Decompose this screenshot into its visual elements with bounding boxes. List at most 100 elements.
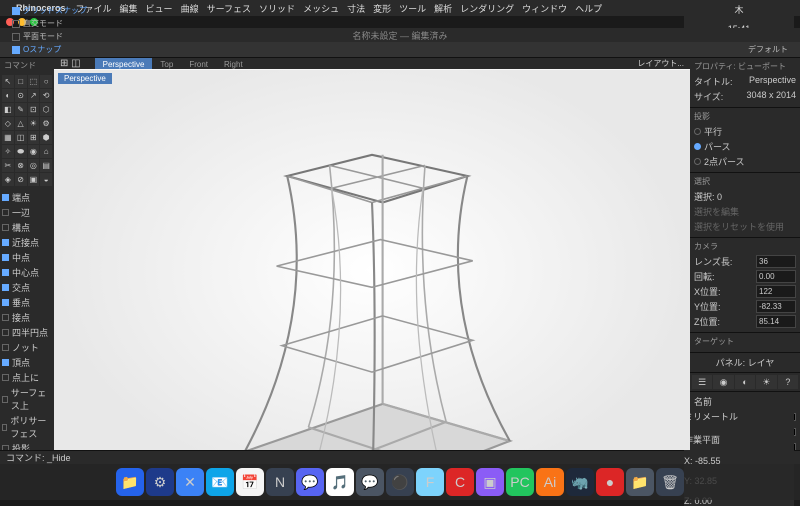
osnap-一辺[interactable]: 一辺 — [2, 205, 52, 220]
tool-16[interactable]: ▦ — [2, 131, 14, 144]
tool-26[interactable]: ◎ — [28, 159, 40, 172]
menu-寸法[interactable]: 寸法 — [347, 4, 365, 14]
tool-6[interactable]: ↗ — [28, 89, 40, 102]
osnap-点上に[interactable]: 点上に — [2, 370, 52, 385]
viewport-perspective[interactable]: Perspective — [54, 69, 690, 450]
tool-1[interactable]: □ — [15, 75, 27, 88]
tool-5[interactable]: ⊙ — [15, 89, 27, 102]
tool-12[interactable]: ◇ — [2, 117, 14, 130]
tool-25[interactable]: ⊗ — [15, 159, 27, 172]
dock-app-3[interactable]: 📧 — [206, 468, 234, 496]
camx-input[interactable] — [756, 285, 796, 298]
dock-app-6[interactable]: 💬 — [296, 468, 324, 496]
osnap-構点[interactable]: 構点 — [2, 220, 52, 235]
tool-2[interactable]: ⬚ — [28, 75, 40, 88]
dock-app-0[interactable]: 📁 — [116, 468, 144, 496]
tool-8[interactable]: ◧ — [2, 103, 14, 116]
osnap-投影[interactable]: 投影 — [2, 441, 52, 450]
dock-app-7[interactable]: 🎵 — [326, 468, 354, 496]
menu-曲線[interactable]: 曲線 — [181, 4, 199, 14]
dock-app-16[interactable]: ● — [596, 468, 624, 496]
tab-props-icon[interactable]: ◉ — [713, 375, 733, 389]
tool-24[interactable]: ✂ — [2, 159, 14, 172]
tool-11[interactable]: ⬡ — [40, 103, 52, 116]
tool-0[interactable]: ↖ — [2, 75, 14, 88]
menu-解析[interactable]: 解析 — [434, 4, 452, 14]
menu-ビュー[interactable]: ビュー — [146, 4, 173, 14]
menu-サーフェス[interactable]: サーフェス — [207, 4, 251, 14]
osnap-ノット[interactable]: ノット — [2, 340, 52, 355]
dock-app-10[interactable]: F — [416, 468, 444, 496]
osnap-サーフェス上[interactable]: サーフェス上 — [2, 385, 52, 413]
dock-app-9[interactable]: ⚫ — [386, 468, 414, 496]
prop-title-value[interactable]: Perspective — [749, 75, 796, 88]
proj-平行[interactable]: 平行 — [694, 124, 796, 139]
menu-ツール[interactable]: ツール — [399, 4, 426, 14]
osnap-中心点[interactable]: 中心点 — [2, 265, 52, 280]
tab-help-icon[interactable]: ? — [778, 375, 798, 389]
toolbar-平面モード[interactable]: 平面モード — [6, 30, 93, 43]
osnap-四半円点[interactable]: 四半円点 — [2, 325, 52, 340]
osnap-中点[interactable]: 中点 — [2, 250, 52, 265]
menu-レンダリング[interactable]: レンダリング — [460, 4, 514, 14]
tab-layers-icon[interactable]: ☰ — [692, 375, 712, 389]
cplane-selector[interactable]: デフォルト — [742, 43, 794, 56]
tab-mat-icon[interactable]: ◐ — [735, 375, 755, 389]
proj-2点パース[interactable]: 2点パース — [694, 154, 796, 169]
tool-29[interactable]: ⊘ — [15, 173, 27, 186]
status-unit[interactable]: ミリメートル — [684, 410, 794, 423]
menu-ウィンドウ[interactable]: ウィンドウ — [522, 4, 567, 14]
dock-app-2[interactable]: ✕ — [176, 468, 204, 496]
tool-3[interactable]: ○ — [40, 75, 52, 88]
tool-7[interactable]: ⟲ — [40, 89, 52, 102]
tool-14[interactable]: ☀ — [28, 117, 40, 130]
tool-19[interactable]: ⬢ — [40, 131, 52, 144]
menu-ヘルプ[interactable]: ヘルプ — [575, 4, 602, 14]
tool-23[interactable]: ⌂ — [40, 145, 52, 158]
tool-31[interactable]: ◒ — [40, 173, 52, 186]
menu-変形[interactable]: 変形 — [373, 4, 391, 14]
toolbar-グリッドスナップ[interactable]: グリッドスナップ — [6, 4, 93, 17]
osnap-ポリサーフェス[interactable]: ポリサーフェス — [2, 413, 52, 441]
tool-27[interactable]: ▤ — [40, 159, 52, 172]
tool-17[interactable]: ◫ — [15, 131, 27, 144]
lens-input[interactable] — [756, 255, 796, 268]
layout-button[interactable]: レイアウト... — [637, 58, 684, 69]
osnap-垂点[interactable]: 垂点 — [2, 295, 52, 310]
proj-パース[interactable]: パース — [694, 139, 796, 154]
toolbar-直交モード[interactable]: 直交モード — [6, 17, 93, 30]
dock-app-4[interactable]: 📅 — [236, 468, 264, 496]
status-cplane[interactable]: 作業平面 — [684, 433, 794, 446]
dock-app-18[interactable]: 🗑 — [656, 468, 684, 496]
dock-app-13[interactable]: PC — [506, 468, 534, 496]
dock-app-5[interactable]: N — [266, 468, 294, 496]
tool-13[interactable]: △ — [15, 117, 27, 130]
tool-22[interactable]: ◉ — [28, 145, 40, 158]
tool-9[interactable]: ✎ — [15, 103, 27, 116]
menu-編集[interactable]: 編集 — [120, 4, 138, 14]
tool-30[interactable]: ▣ — [28, 173, 40, 186]
dock-app-8[interactable]: 💬 — [356, 468, 384, 496]
osnap-交点[interactable]: 交点 — [2, 280, 52, 295]
tool-18[interactable]: ⊞ — [28, 131, 40, 144]
menu-ソリッド[interactable]: ソリッド — [259, 4, 295, 14]
viewport-grid-icon[interactable]: ⊞ ◫ — [60, 58, 81, 69]
osnap-端点[interactable]: 端点 — [2, 190, 52, 205]
camz-input[interactable] — [756, 315, 796, 328]
osnap-頂点[interactable]: 頂点 — [2, 355, 52, 370]
rot-input[interactable] — [756, 270, 796, 283]
tool-28[interactable]: ◈ — [2, 173, 14, 186]
dock-app-14[interactable]: Ai — [536, 468, 564, 496]
tool-15[interactable]: ⚙ — [40, 117, 52, 130]
dock-app-15[interactable]: 🦏 — [566, 468, 594, 496]
osnap-近接点[interactable]: 近接点 — [2, 235, 52, 250]
viewport-label[interactable]: Perspective — [58, 73, 112, 84]
dock-app-11[interactable]: C — [446, 468, 474, 496]
dock-app-17[interactable]: 📁 — [626, 468, 654, 496]
tool-4[interactable]: ◐ — [2, 89, 14, 102]
tab-light-icon[interactable]: ☀ — [756, 375, 776, 389]
dock-app-1[interactable]: ⚙ — [146, 468, 174, 496]
tool-21[interactable]: ⬬ — [15, 145, 27, 158]
toolbar-Oスナップ[interactable]: Oスナップ — [6, 43, 93, 56]
menu-メッシュ[interactable]: メッシュ — [303, 4, 339, 14]
